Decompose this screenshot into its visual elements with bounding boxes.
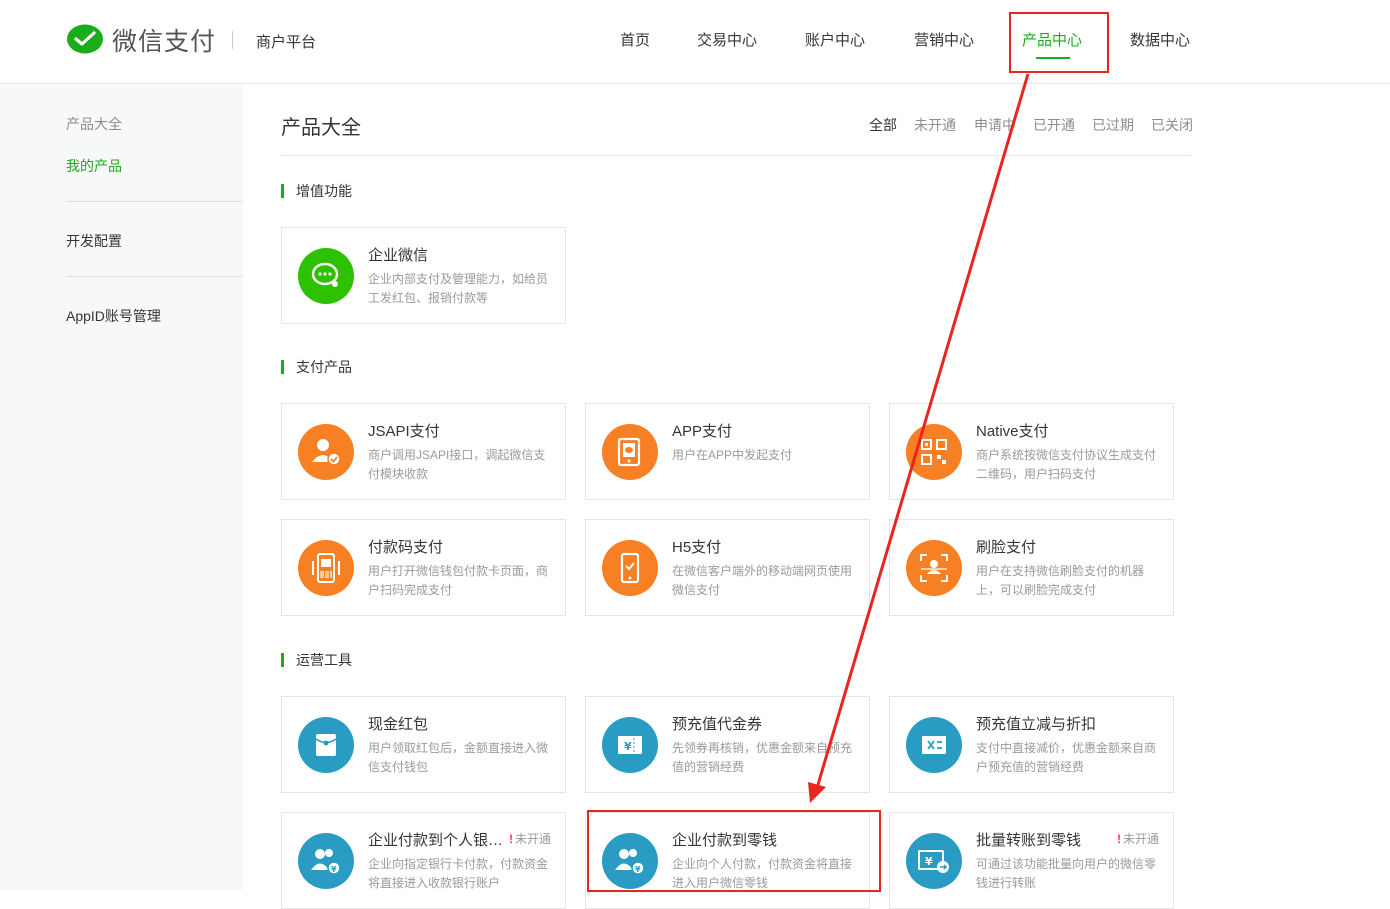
product-name: APP支付: [672, 423, 733, 440]
product-name: 现金红包: [368, 716, 429, 733]
filter-closed[interactable]: 已关闭: [1151, 115, 1193, 135]
top-header: 微信支付 商户平台 首页 交易中心 账户中心 营销中心 产品中心 数据中心: [0, 0, 1390, 84]
product-desc: 用户领取红包后，金额直接进入微信支付钱包: [368, 741, 549, 774]
svg-text:¥: ¥: [635, 865, 641, 874]
product-card-pay-to-balance[interactable]: ¥ 企业付款到零钱 企业向个人付款，付款资金将直接进入用户微信零钱: [585, 812, 870, 909]
filter-applying[interactable]: 申请中: [974, 115, 1016, 135]
svg-text:¥: ¥: [925, 855, 933, 868]
merchant-platform-label: 商户平台: [256, 34, 317, 51]
coupon-icon: ¥: [602, 717, 658, 773]
product-desc: 企业内部支付及管理能力，如给员工发红包、报销付款等: [368, 272, 549, 305]
product-desc: 在微信客户端外的移动端网页使用微信支付: [672, 564, 853, 597]
wechat-pay-logo-icon: [67, 24, 103, 54]
nav-account-center[interactable]: 账户中心: [805, 29, 865, 50]
sidebar-item-dev-config[interactable]: 开发配置: [66, 231, 122, 251]
product-name: 批量转账到零钱: [976, 832, 1082, 849]
user-check-icon: [298, 424, 354, 480]
status-badge: ! 未开通: [509, 830, 551, 847]
product-card-batch-transfer[interactable]: ¥ 批量转账到零钱 ! 未开通 可通过该功能批量向用户的微信零钱进行转账: [889, 812, 1174, 909]
product-name: 企业付款到零钱: [672, 832, 778, 849]
product-card-jsapi[interactable]: JSAPI支付 商户调用JSAPI接口，调起微信支付模块收款: [281, 403, 566, 500]
product-card-coupon[interactable]: ¥ 预充值代金券 先领券再核销，优惠金额来自预充值的营销经费: [585, 696, 870, 793]
product-desc: 用户在APP中发起支付: [672, 448, 793, 462]
product-desc: 可通过该功能批量向用户的微信零钱进行转账: [976, 857, 1157, 890]
discount-icon: [906, 717, 962, 773]
title-divider: [281, 155, 1191, 156]
nav-active-indicator: [1036, 57, 1070, 59]
transfer-icon: ¥: [906, 833, 962, 889]
sidebar-divider: [66, 276, 243, 277]
red-packet-icon: [298, 717, 354, 773]
nav-marketing-center[interactable]: 营销中心: [914, 29, 974, 50]
product-name: 预充值代金券: [672, 716, 763, 733]
svg-text:¥: ¥: [624, 740, 632, 753]
product-name: JSAPI支付: [368, 423, 440, 440]
filter-not-opened[interactable]: 未开通: [914, 115, 956, 135]
product-desc: 企业向指定银行卡付款，付款资金将直接进入收款银行账户: [368, 857, 549, 890]
section-title-value-added: 增值功能: [281, 184, 352, 198]
nav-trade-center[interactable]: 交易中心: [697, 29, 757, 50]
users-pay-icon: ¥: [602, 833, 658, 889]
users-pay-icon: ¥: [298, 833, 354, 889]
filter-expired[interactable]: 已过期: [1092, 115, 1134, 135]
badge-mark: !: [508, 832, 513, 846]
badge-text: 未开通: [1122, 832, 1159, 846]
product-card-face-pay[interactable]: 刷脸支付 用户在支持微信刷脸支付的机器上，可以刷脸完成支付: [889, 519, 1174, 616]
product-card-pay-to-bank[interactable]: ¥ 企业付款到个人银… ! 未开通 企业向指定银行卡付款，付款资金将直接进入收款银…: [281, 812, 566, 909]
product-card-discount[interactable]: 预充值立减与折扣 支付中直接减价，优惠金额来自商户预充值的营销经费: [889, 696, 1174, 793]
sidebar-divider: [66, 201, 243, 202]
product-desc: 企业向个人付款，付款资金将直接进入用户微信零钱: [672, 857, 853, 890]
product-desc: 用户打开微信钱包付款卡页面，商户扫码完成支付: [368, 564, 549, 597]
product-name: 预充值立减与折扣: [976, 716, 1097, 733]
product-card-barcode[interactable]: 付款码支付 用户打开微信钱包付款卡页面，商户扫码完成支付: [281, 519, 566, 616]
product-name: 刷脸支付: [976, 539, 1037, 556]
sidebar-item-my-products[interactable]: 我的产品: [66, 156, 122, 176]
filter-all[interactable]: 全部: [869, 115, 897, 135]
product-desc: 支付中直接减价，优惠金额来自商户预充值的营销经费: [976, 741, 1157, 774]
sidebar: 产品大全 我的产品 开发配置 AppID账号管理: [0, 84, 243, 890]
logo-divider: [232, 31, 233, 49]
svg-text:¥: ¥: [331, 865, 337, 874]
product-card-native[interactable]: Native支付 商户系统按微信支付协议生成支付二维码，用户扫码支付: [889, 403, 1174, 500]
wework-icon: [298, 248, 354, 304]
barcode-icon: [298, 540, 354, 596]
product-card-h5[interactable]: H5支付 在微信客户端外的移动端网页使用微信支付: [585, 519, 870, 616]
page-title: 产品大全: [281, 117, 361, 139]
filter-opened[interactable]: 已开通: [1033, 115, 1075, 135]
product-desc: 商户调用JSAPI接口，调起微信支付模块收款: [368, 448, 546, 481]
face-scan-icon: [906, 540, 962, 596]
product-name: 企业微信: [368, 247, 429, 264]
app-phone-icon: [602, 424, 658, 480]
logo-text: 微信支付: [112, 28, 217, 56]
wechat-pay-logo[interactable]: 微信支付: [66, 22, 216, 58]
product-desc: 商户系统按微信支付协议生成支付二维码，用户扫码支付: [976, 448, 1157, 481]
qrcode-icon: [906, 424, 962, 480]
product-desc: 用户在支持微信刷脸支付的机器上，可以刷脸完成支付: [976, 564, 1145, 597]
nav-product-center[interactable]: 产品中心: [1022, 29, 1082, 50]
mobile-pay-icon: [602, 540, 658, 596]
product-card-app[interactable]: APP支付 用户在APP中发起支付: [585, 403, 870, 500]
product-card-cash-red-packet[interactable]: 现金红包 用户领取红包后，金额直接进入微信支付钱包: [281, 696, 566, 793]
product-name: Native支付: [976, 423, 1049, 440]
badge-mark: !: [1116, 832, 1121, 846]
product-card-wework[interactable]: 企业微信 企业内部支付及管理能力，如给员工发红包、报销付款等: [281, 227, 566, 324]
section-title-payment: 支付产品: [281, 360, 352, 374]
nav-home[interactable]: 首页: [620, 29, 650, 50]
sidebar-item-appid[interactable]: AppID账号管理: [66, 306, 161, 326]
status-badge: ! 未开通: [1117, 830, 1159, 847]
nav-data-center[interactable]: 数据中心: [1130, 29, 1190, 50]
section-title-operation-tools: 运营工具: [281, 653, 352, 667]
badge-text: 未开通: [514, 832, 551, 846]
sidebar-title: 产品大全: [66, 116, 122, 132]
product-desc: 先领券再核销，优惠金额来自预充值的营销经费: [672, 741, 853, 774]
product-name: 付款码支付: [368, 539, 444, 556]
product-name: H5支付: [672, 539, 722, 556]
product-name: 企业付款到个人银…: [368, 832, 504, 849]
